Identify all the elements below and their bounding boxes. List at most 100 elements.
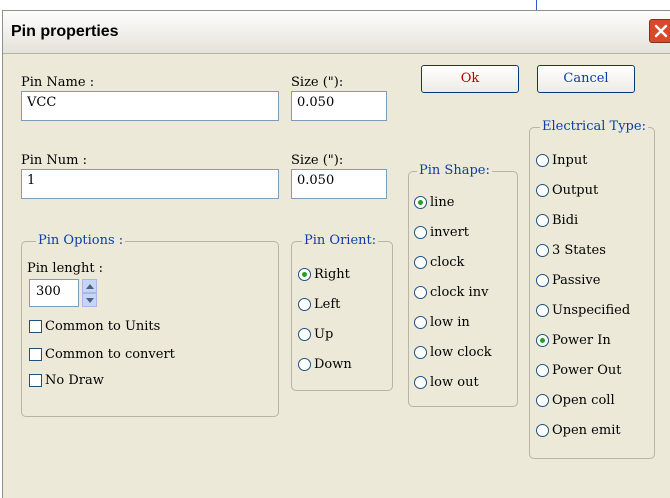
shape-radio-low-out[interactable]: low out xyxy=(414,375,479,390)
spin-up-button[interactable] xyxy=(82,279,97,293)
radio-dot[interactable] xyxy=(414,316,427,329)
radio-dot[interactable] xyxy=(536,364,549,377)
radio-dot[interactable] xyxy=(536,304,549,317)
etype-radio-bidi[interactable]: Bidi xyxy=(536,213,578,228)
etype-radio-passive[interactable]: Passive xyxy=(536,273,600,288)
common-to-units-checkbox[interactable]: Common to Units xyxy=(29,319,160,334)
electrical-type-legend: Electrical Type: xyxy=(540,119,648,134)
checkbox-label: Common to convert xyxy=(45,347,175,362)
radio-label: Output xyxy=(552,183,599,198)
pin-orient-legend: Pin Orient: xyxy=(302,233,379,248)
pin-shape-legend: Pin Shape: xyxy=(417,163,492,178)
radio-label: clock xyxy=(430,255,465,270)
checkbox-label: Common to Units xyxy=(45,319,161,334)
radio-label: Left xyxy=(314,297,341,312)
close-icon xyxy=(654,24,668,38)
etype-radio-output[interactable]: Output xyxy=(536,183,598,198)
etype-radio-3-states[interactable]: 3 States xyxy=(536,243,606,258)
no-draw-checkbox[interactable]: No Draw xyxy=(29,373,104,388)
shape-radio-low-in[interactable]: low in xyxy=(414,315,470,330)
pin-name-label: Pin Name : xyxy=(21,75,95,90)
orient-radio-down[interactable]: Down xyxy=(298,357,352,372)
radio-label: Unspecified xyxy=(552,303,631,318)
radio-dot[interactable] xyxy=(536,244,549,257)
pin-properties-dialog: Pin properties Pin Name : VCC Size ("): … xyxy=(2,10,670,498)
radio-dot[interactable] xyxy=(414,376,427,389)
dialog-title: Pin properties xyxy=(11,23,119,40)
radio-label: Right xyxy=(314,267,350,282)
radio-label: Power Out xyxy=(552,363,622,378)
radio-label: 3 States xyxy=(552,243,606,258)
orient-radio-right[interactable]: Right xyxy=(298,267,350,282)
chevron-down-icon xyxy=(86,298,94,303)
electrical-type-group: Electrical Type: xyxy=(529,119,655,459)
radio-dot[interactable] xyxy=(536,274,549,287)
radio-label: Input xyxy=(552,153,588,168)
size-field-2[interactable]: 0.050 xyxy=(291,169,387,199)
radio-dot[interactable] xyxy=(536,424,549,437)
etype-radio-open-emit[interactable]: Open emit xyxy=(536,423,621,438)
radio-dot[interactable] xyxy=(298,268,311,281)
title-bar[interactable]: Pin properties xyxy=(3,11,670,54)
checkbox-box[interactable] xyxy=(29,320,42,333)
pin-options-legend: Pin Options : xyxy=(36,233,126,248)
shape-radio-line[interactable]: line xyxy=(414,195,454,210)
radio-dot[interactable] xyxy=(414,256,427,269)
radio-label: line xyxy=(430,195,455,210)
radio-label: Bidi xyxy=(552,213,579,228)
radio-dot[interactable] xyxy=(536,214,549,227)
etype-radio-input[interactable]: Input xyxy=(536,153,587,168)
radio-label: Power In xyxy=(552,333,611,348)
radio-dot[interactable] xyxy=(536,184,549,197)
orient-radio-left[interactable]: Left xyxy=(298,297,340,312)
pin-length-stepper[interactable] xyxy=(82,279,97,307)
pin-num-label: Pin Num : xyxy=(21,153,87,168)
radio-dot[interactable] xyxy=(298,328,311,341)
radio-dot[interactable] xyxy=(536,394,549,407)
pin-length-label: Pin lenght : xyxy=(27,261,104,276)
cancel-button[interactable]: Cancel xyxy=(537,65,635,93)
chevron-up-icon xyxy=(86,284,94,289)
radio-label: low in xyxy=(430,315,470,330)
radio-label: clock inv xyxy=(430,285,489,300)
orient-radio-up[interactable]: Up xyxy=(298,327,333,342)
radio-dot[interactable] xyxy=(414,196,427,209)
checkbox-box[interactable] xyxy=(29,374,42,387)
ok-button[interactable]: Ok xyxy=(421,65,519,93)
etype-radio-open-coll[interactable]: Open coll xyxy=(536,393,615,408)
radio-dot[interactable] xyxy=(414,226,427,239)
size-field-1[interactable]: 0.050 xyxy=(291,91,387,121)
checkbox-box[interactable] xyxy=(29,348,42,361)
etype-radio-unspecified[interactable]: Unspecified xyxy=(536,303,630,318)
radio-label: low out xyxy=(430,375,479,390)
size-label-1: Size ("): xyxy=(291,75,344,90)
size-label-2: Size ("): xyxy=(291,153,344,168)
radio-label: Open coll xyxy=(552,393,615,408)
shape-radio-clock[interactable]: clock xyxy=(414,255,464,270)
radio-label: Down xyxy=(314,357,352,372)
radio-dot[interactable] xyxy=(298,358,311,371)
radio-label: low clock xyxy=(430,345,492,360)
close-button[interactable] xyxy=(649,19,670,43)
pin-num-field[interactable]: 1 xyxy=(21,169,279,199)
pin-length-input[interactable]: 300 xyxy=(29,279,79,307)
radio-label: Up xyxy=(314,327,334,342)
radio-label: Open emit xyxy=(552,423,621,438)
etype-radio-power-in[interactable]: Power In xyxy=(536,333,611,348)
shape-radio-clock-inv[interactable]: clock inv xyxy=(414,285,488,300)
radio-dot[interactable] xyxy=(414,286,427,299)
pin-name-field[interactable]: VCC xyxy=(21,91,279,121)
radio-dot[interactable] xyxy=(536,334,549,347)
checkbox-label: No Draw xyxy=(45,373,104,388)
radio-dot[interactable] xyxy=(536,154,549,167)
common-to-convert-checkbox[interactable]: Common to convert xyxy=(29,347,175,362)
background-divider xyxy=(536,0,537,10)
spin-down-button[interactable] xyxy=(82,293,97,307)
shape-radio-invert[interactable]: invert xyxy=(414,225,469,240)
shape-radio-low-clock[interactable]: low clock xyxy=(414,345,492,360)
radio-label: Passive xyxy=(552,273,601,288)
radio-dot[interactable] xyxy=(298,298,311,311)
radio-label: invert xyxy=(430,225,470,240)
radio-dot[interactable] xyxy=(414,346,427,359)
etype-radio-power-out[interactable]: Power Out xyxy=(536,363,621,378)
